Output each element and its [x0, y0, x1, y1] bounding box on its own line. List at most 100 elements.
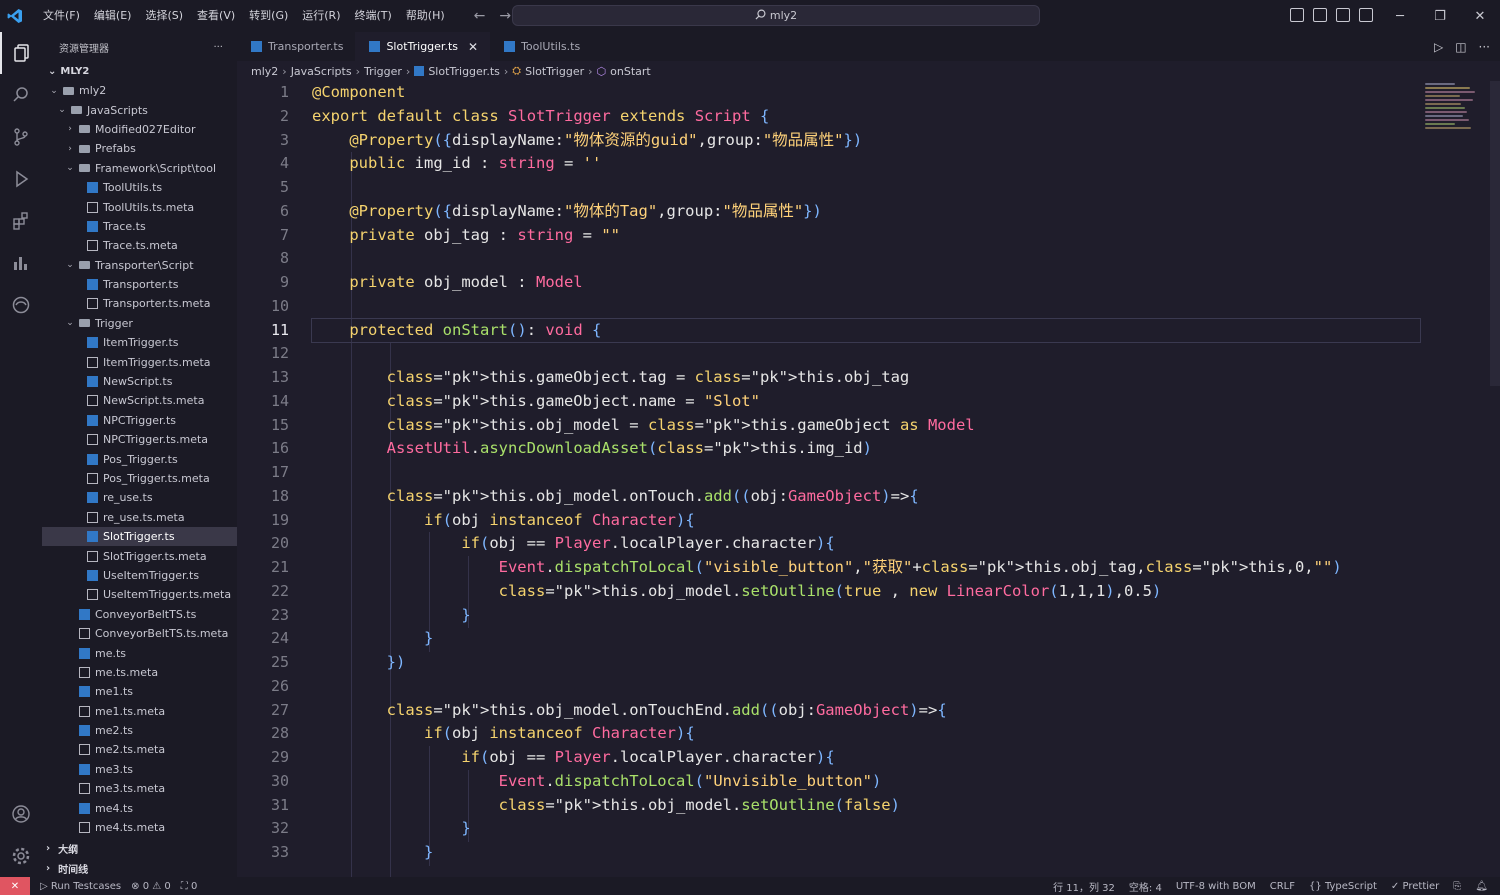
outline-section[interactable]: › 大纲 [42, 838, 237, 858]
more-actions-icon[interactable]: ··· [213, 42, 223, 53]
code-line[interactable]: if(obj == Player.localPlayer.character){ [312, 746, 1420, 770]
breadcrumb-item[interactable]: SlotTrigger [525, 65, 584, 78]
code-line[interactable] [312, 461, 1420, 485]
notifications-bell-icon[interactable]: 🔔︎ [1475, 881, 1488, 892]
breadcrumb-item[interactable]: mly2 [251, 65, 278, 78]
toggle-panel-icon[interactable] [1313, 8, 1327, 22]
explorer-icon[interactable] [0, 32, 42, 74]
tree-folder[interactable]: › Modified027Editor [42, 120, 237, 139]
tree-file[interactable]: me2.ts [42, 721, 237, 740]
code-line[interactable]: } [312, 817, 1420, 841]
code-line[interactable] [312, 342, 1420, 366]
end-of-line[interactable]: CRLF [1270, 881, 1295, 892]
code-line[interactable] [312, 675, 1420, 699]
tree-folder[interactable]: ⌄ Trigger [42, 314, 237, 333]
code-line[interactable]: AssetUtil.asyncDownloadAsset(class="pk">… [312, 437, 1420, 461]
ports-indicator[interactable]: ⛶ 0 [181, 881, 198, 892]
breadcrumb-item[interactable]: JavaScripts [291, 65, 352, 78]
tree-file[interactable]: NewScript.ts [42, 372, 237, 391]
extensions-icon[interactable] [0, 200, 42, 242]
code-line[interactable]: class="pk">this.obj_model.setOutline(fal… [312, 794, 1420, 818]
tree-file[interactable]: UseItemTrigger.ts [42, 566, 237, 585]
search-icon[interactable] [0, 74, 42, 116]
feedback-icon[interactable]: ⎘ [1453, 881, 1461, 892]
code-line[interactable]: class="pk">this.gameObject.tag = class="… [312, 366, 1420, 390]
tab-slottrigger[interactable]: SlotTrigger.ts ✕ [355, 32, 491, 61]
tree-file[interactable]: me.ts.meta [42, 663, 237, 682]
code-line[interactable] [312, 295, 1420, 319]
workspace-root[interactable]: ⌄ MLY2 [42, 62, 237, 81]
more-actions-icon[interactable]: ··· [1479, 40, 1490, 54]
source-control-icon[interactable] [0, 116, 42, 158]
breadcrumb-item[interactable]: onStart [610, 65, 651, 78]
tree-file[interactable]: Pos_Trigger.ts.meta [42, 469, 237, 488]
code-line[interactable]: Event.dispatchToLocal("Unvisible_button"… [312, 770, 1420, 794]
tree-file[interactable]: SlotTrigger.ts.meta [42, 546, 237, 565]
tree-file[interactable]: Trace.ts.meta [42, 236, 237, 255]
toggle-secondary-sidebar-icon[interactable] [1336, 8, 1350, 22]
code-line[interactable] [312, 247, 1420, 271]
tree-file[interactable]: me3.ts [42, 760, 237, 779]
tree-file[interactable]: me2.ts.meta [42, 740, 237, 759]
menu-item[interactable]: 查看(V) [190, 0, 242, 32]
code-line[interactable]: private obj_model : Model [312, 271, 1420, 295]
code-line[interactable]: } [312, 841, 1420, 865]
remote-icon[interactable] [0, 284, 42, 326]
tree-file[interactable]: Trace.ts [42, 217, 237, 236]
settings-gear-icon[interactable] [0, 835, 42, 877]
menu-item[interactable]: 文件(F) [36, 0, 87, 32]
code-line[interactable]: export default class SlotTrigger extends… [312, 105, 1420, 129]
encoding[interactable]: UTF-8 with BOM [1176, 881, 1256, 892]
code-line[interactable]: @Property({displayName:"物体资源的guid",group… [312, 129, 1420, 153]
code-line[interactable] [312, 176, 1420, 200]
tree-file[interactable]: ToolUtils.ts [42, 178, 237, 197]
tree-file[interactable]: me3.ts.meta [42, 779, 237, 798]
breadcrumb-item[interactable]: Trigger [364, 65, 402, 78]
code-line[interactable]: @Component [312, 81, 1420, 105]
language-mode[interactable]: {} TypeScript [1309, 881, 1377, 892]
close-icon[interactable]: ✕ [468, 40, 478, 54]
tree-file[interactable]: SlotTrigger.ts [42, 526, 237, 547]
tree-folder[interactable]: ⌄ Transporter\Script [42, 256, 237, 275]
code-line[interactable]: } [312, 604, 1420, 628]
tab-transporter[interactable]: Transporter.ts [237, 32, 355, 61]
menu-item[interactable]: 编辑(E) [87, 0, 139, 32]
tree-file[interactable]: me4.ts.meta [42, 818, 237, 837]
tab-toolutils[interactable]: ToolUtils.ts [490, 32, 592, 61]
tree-file[interactable]: re_use.ts [42, 488, 237, 507]
code-line[interactable]: }) [312, 651, 1420, 675]
run-file-icon[interactable]: ▷ [1434, 40, 1443, 54]
menu-item[interactable]: 运行(R) [295, 0, 347, 32]
code-line[interactable]: if(obj instanceof Character){ [312, 509, 1420, 533]
run-testcases-button[interactable]: ▷ Run Testcases [40, 881, 121, 892]
command-center-search[interactable]: mly2 [512, 5, 1040, 26]
tree-file[interactable]: Pos_Trigger.ts [42, 449, 237, 468]
tree-file[interactable]: me4.ts [42, 798, 237, 817]
tree-file[interactable]: NewScript.ts.meta [42, 391, 237, 410]
cursor-position[interactable]: 行 11，列 32 [1053, 879, 1115, 894]
code-line[interactable]: private obj_tag : string = "" [312, 224, 1420, 248]
problems-indicator[interactable]: ⊗ 0 ⚠ 0 [131, 881, 171, 892]
tree-file[interactable]: me1.ts.meta [42, 702, 237, 721]
code-editor[interactable]: 1 2 3 4 5 6 7 8 9 10 11 12 13 14 15 16 17 18 19 20 21 22 23 24 2… [237, 81, 1500, 877]
code-line[interactable]: class="pk">this.obj_model.setOutline(tru… [312, 580, 1420, 604]
tree-folder[interactable]: ⌄ JavaScripts [42, 100, 237, 119]
code-line[interactable]: class="pk">this.obj_model.onTouchEnd.add… [312, 699, 1420, 723]
tree-file[interactable]: UseItemTrigger.ts.meta [42, 585, 237, 604]
code-line[interactable]: Event.dispatchToLocal("visible_button","… [312, 556, 1420, 580]
remote-indicator-icon[interactable]: ✕ [0, 877, 30, 895]
tree-file[interactable]: me.ts [42, 643, 237, 662]
tree-file[interactable]: re_use.ts.meta [42, 508, 237, 527]
menu-item[interactable]: 帮助(H) [399, 0, 452, 32]
code-line[interactable]: protected onStart(): void { [311, 317, 1421, 344]
tree-folder[interactable]: ⌄ Framework\Script\tool [42, 159, 237, 178]
tree-file[interactable]: ToolUtils.ts.meta [42, 197, 237, 216]
tree-file[interactable]: me1.ts [42, 682, 237, 701]
code-line[interactable]: class="pk">this.gameObject.name = "Slot" [312, 390, 1420, 414]
toggle-primary-sidebar-icon[interactable] [1290, 8, 1304, 22]
code-line[interactable]: class="pk">this.obj_model.onTouch.add((o… [312, 485, 1420, 509]
code-line[interactable]: @Property({displayName:"物体的Tag",group:"物… [312, 200, 1420, 224]
tree-file[interactable]: NPCTrigger.ts.meta [42, 430, 237, 449]
run-debug-icon[interactable] [0, 158, 42, 200]
code-line[interactable]: } [312, 627, 1420, 651]
